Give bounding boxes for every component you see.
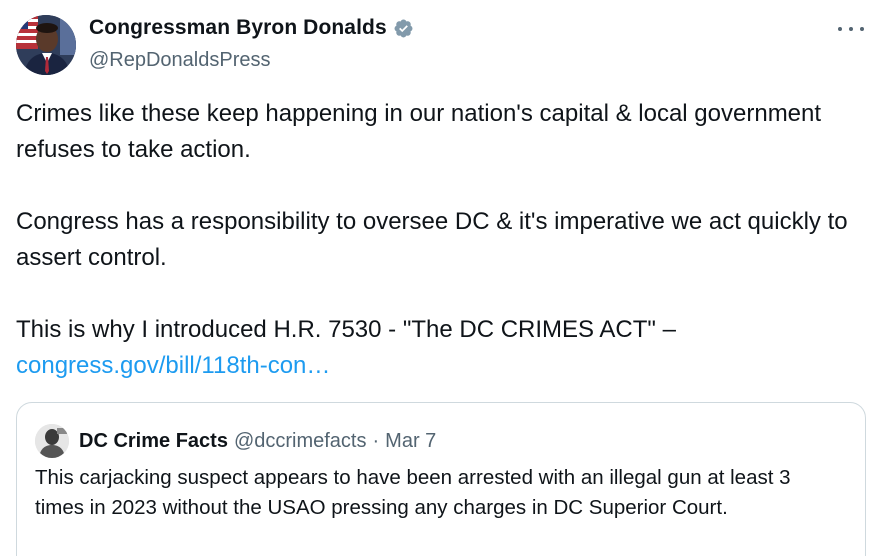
- quoted-tweet-text: This carjacking suspect appears to have …: [35, 466, 791, 519]
- tweet-paragraph-1: Crimes like these keep happening in our …: [16, 100, 822, 163]
- verified-badge-icon[interactable]: [393, 18, 414, 39]
- quoted-profile-photo-icon: [35, 424, 69, 458]
- quoted-tweet-header: DC Crime Facts @dccrimefacts · Mar 7: [35, 424, 847, 458]
- quoted-author-avatar[interactable]: [35, 424, 69, 458]
- tweet-text: Crimes like these keep happening in our …: [16, 96, 866, 384]
- author-avatar[interactable]: [16, 15, 76, 75]
- quoted-tweet[interactable]: DC Crime Facts @dccrimefacts · Mar 7 Thi…: [16, 402, 866, 556]
- quoted-date[interactable]: Mar 7: [385, 430, 436, 453]
- author-display-name[interactable]: Congressman Byron Donalds: [89, 16, 387, 40]
- author-name-row: Congressman Byron Donalds: [89, 16, 414, 40]
- more-options-icon[interactable]: [838, 18, 864, 40]
- tweet-card: Congressman Byron Donalds @RepDonaldsPre…: [0, 0, 882, 556]
- tweet-paragraph-2: Congress has a responsibility to oversee…: [16, 208, 848, 271]
- bill-link[interactable]: congress.gov/bill/118th-con…: [16, 348, 866, 384]
- profile-photo-icon: [16, 15, 76, 75]
- tweet-paragraph-3: This is why I introduced H.R. 7530 - "Th…: [16, 316, 676, 343]
- quoted-author-handle[interactable]: @dccrimefacts: [234, 430, 367, 453]
- author-handle[interactable]: @RepDonaldsPress: [89, 49, 271, 72]
- quoted-separator: ·: [372, 429, 380, 452]
- quoted-author-name[interactable]: DC Crime Facts: [79, 430, 228, 453]
